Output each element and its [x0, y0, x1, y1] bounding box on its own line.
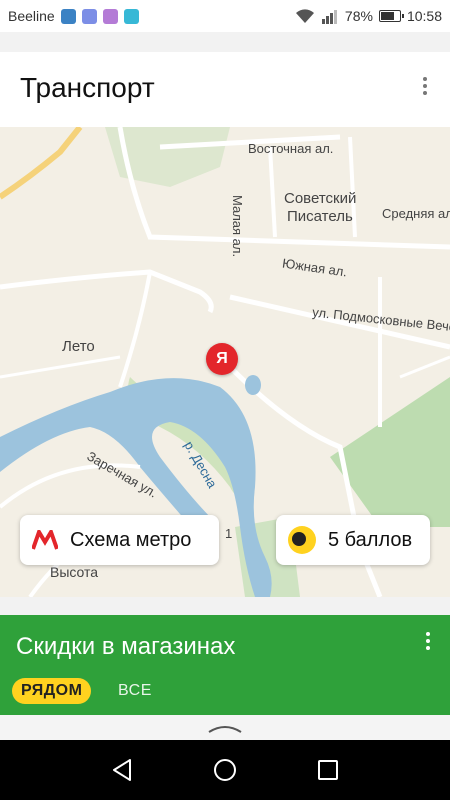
battery-percent: 78% [344, 8, 373, 24]
metro-icon [32, 530, 58, 550]
back-triangle-icon [112, 759, 131, 781]
back-button[interactable] [107, 755, 137, 785]
separator [0, 597, 450, 615]
card-title: Транспорт [20, 72, 155, 103]
recents-square-icon [318, 760, 339, 780]
map-label-area: Высота [50, 564, 99, 580]
points-button[interactable]: 5 баллов [276, 515, 430, 565]
map-label-street: Восточная ал. [248, 141, 334, 156]
more-menu-icon[interactable] [415, 74, 435, 98]
home-button[interactable] [210, 755, 240, 785]
map-label-street: Малая ал. [230, 195, 245, 258]
navigation-bar [0, 740, 450, 800]
discounts-card: Скидки в магазинах РЯДОМ ВСЕ [0, 615, 450, 715]
separator [0, 32, 450, 52]
recents-button[interactable] [313, 755, 343, 785]
download-icon [123, 8, 139, 24]
battery-level [380, 12, 394, 20]
map-label-area: Советский [284, 190, 357, 207]
metro-map-button[interactable]: Схема метро [20, 515, 219, 565]
clock: 10:58 [406, 8, 442, 24]
map-label-area: Лето [62, 338, 95, 355]
points-coin-icon [288, 526, 316, 554]
tab-all[interactable]: ВСЕ [118, 678, 152, 704]
home-circle-icon [213, 759, 236, 781]
vpn-icon [81, 8, 97, 24]
shield-icon [60, 8, 76, 24]
status-bar: Beeline 78% 10:58 [0, 0, 450, 32]
metro-map-label: Схема метро [70, 528, 192, 551]
map-label-street: Средняя ал. [382, 206, 450, 221]
chevron-up-icon [208, 725, 242, 733]
map-label-house-number: 1 [225, 526, 233, 541]
carrier-name: Beeline [8, 8, 55, 24]
wifi-icon [295, 8, 314, 23]
transport-card: Транспорт Восточная ал. Малая ал. Советс… [0, 52, 450, 597]
more-menu-icon[interactable] [418, 629, 438, 653]
discounts-title: Скидки в магазинах [16, 633, 236, 660]
points-label: 5 баллов [328, 528, 413, 551]
location-pin-icon[interactable]: Я [206, 343, 238, 375]
battery-icon [378, 10, 404, 22]
tab-nearby[interactable]: РЯДОМ [12, 678, 92, 704]
signal-icon [321, 9, 337, 24]
image-icon [102, 8, 118, 24]
expand-handle[interactable] [0, 715, 450, 740]
map-label-area: Писатель [287, 208, 353, 225]
